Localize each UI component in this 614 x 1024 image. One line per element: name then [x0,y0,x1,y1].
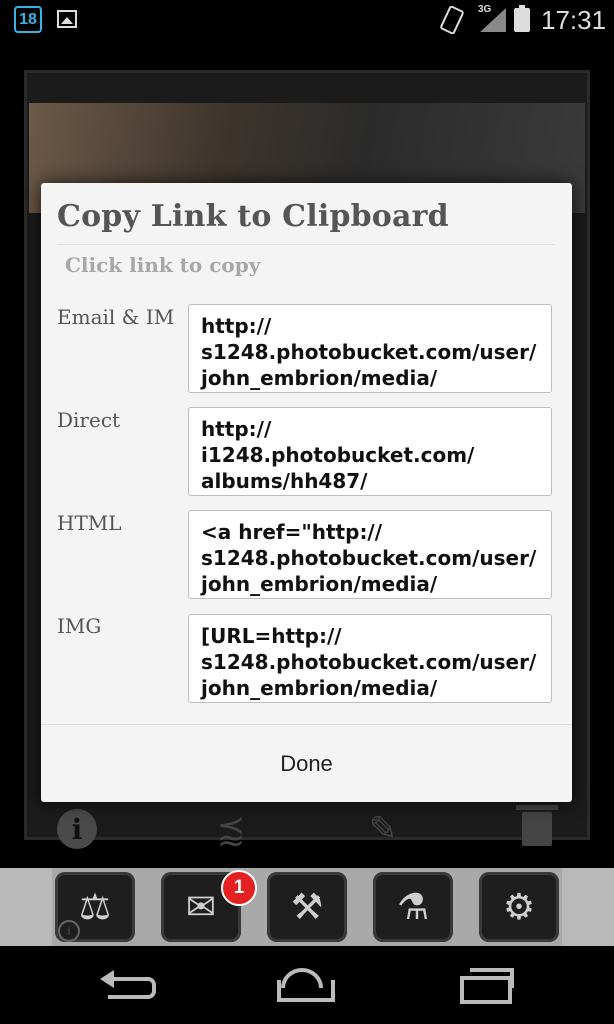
status-bar: 18 3G 17:31 [0,0,614,42]
toolbar-settings-button[interactable]: ⚙ [479,872,559,942]
vibrate-icon [439,4,465,36]
info-icon: i [57,809,97,849]
edit-button[interactable]: ✎ [360,805,406,853]
email-im-label: Email & IM [57,305,175,329]
share-icon: ⪷ [216,810,246,848]
info-button[interactable]: i [55,805,99,853]
battery-icon [514,5,530,32]
copy-link-dialog: Copy Link to Clipboard Click link to cop… [41,183,572,802]
direct-link[interactable]: http:// i1248.photobucket.com/ albums/hh… [188,407,552,496]
settings-icon: ⚙ [502,886,536,927]
direct-label: Direct [57,408,121,432]
clock: 17:31 [541,5,607,35]
delete-button[interactable] [515,805,559,853]
mail-icon: ✉ [185,886,217,927]
photo-actions: i ⪷ ✎ [0,805,614,855]
share-button[interactable]: ⪷ [208,805,254,853]
dialog-subtitle: Click link to copy [65,253,261,277]
img-label: IMG [57,614,102,638]
toolbar-strip: ⚖ ✉ ⚒ ⚗ ⚙ [52,868,562,946]
dialog-title: Copy Link to Clipboard [57,199,449,234]
navigation-bar [0,946,614,1024]
title-divider [57,244,555,245]
back-icon[interactable] [100,970,156,1000]
recent-apps-icon[interactable] [460,968,516,1004]
trash-icon [516,805,558,846]
mail-badge: 1 [221,870,257,906]
app-toolbar: ⚖ ✉ ⚒ ⚗ ⚙ [0,868,614,946]
img-link[interactable]: [URL=http:// s1248.photobucket.com/user/… [188,614,552,703]
email-im-link[interactable]: http:// s1248.photobucket.com/user/ john… [188,304,552,393]
calendar-icon: 18 [14,6,42,33]
html-link[interactable]: <a href="http:// s1248.photobucket.com/u… [188,510,552,599]
html-label: HTML [57,511,122,535]
toolbar-tools-button[interactable]: ⚒ [267,872,347,942]
edit-icon: ✎ [368,810,398,848]
scale-icon: ⚖ [78,886,112,927]
image-icon [57,10,77,28]
flask-icon: ⚗ [396,886,430,927]
network-type: 3G [478,4,492,15]
done-button[interactable]: Done [41,725,572,802]
info-icon[interactable]: i [58,920,80,942]
home-icon[interactable] [277,968,335,1002]
toolbar-flask-button[interactable]: ⚗ [373,872,453,942]
tools-icon: ⚒ [290,886,324,927]
